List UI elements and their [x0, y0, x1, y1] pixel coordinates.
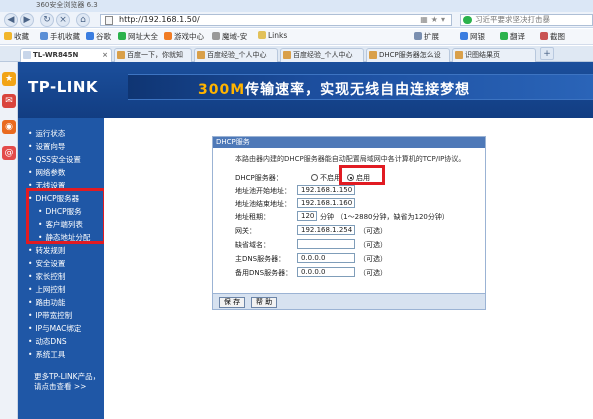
dns1-label: 主DNS服务器： — [235, 255, 286, 263]
star-icon[interactable]: ★ — [2, 72, 16, 86]
panel-footer: 保 存 帮 助 — [213, 293, 485, 309]
menu-parental[interactable]: 家长控制 — [28, 271, 65, 282]
url-text: http://192.168.1.50/ — [119, 15, 200, 24]
favorites-item[interactable]: 收藏 — [4, 31, 29, 42]
radio-off-icon — [311, 174, 318, 181]
menu-system-tools[interactable]: 系统工具 — [28, 349, 65, 360]
mail-icon[interactable]: ✉ — [2, 94, 16, 108]
tab-baidu-jingyan-2[interactable]: 百度经验_个人中心 — [280, 48, 364, 62]
menu-ip-mac-binding[interactable]: IP与MAC绑定 — [28, 323, 81, 334]
dns2-optional: （可选） — [359, 269, 387, 277]
favorites-item[interactable]: 网址大全 — [118, 31, 158, 42]
dns2-input[interactable]: 0.0.0.0 — [297, 267, 355, 277]
gateway-input[interactable]: 192.168.1.254 — [297, 225, 355, 235]
page-icon — [117, 51, 125, 59]
dhcp-server-label: DHCP服务器： — [235, 174, 283, 182]
domain-optional: （可选） — [359, 241, 387, 249]
dns1-optional: （可选） — [359, 255, 387, 263]
favorites-item[interactable]: 谷歌 — [86, 31, 111, 42]
tp-link-logo: TP-LINK — [28, 78, 99, 96]
menu-qss[interactable]: QSS安全设置 — [28, 154, 80, 165]
main-content: DHCP服务 本路由器内建的DHCP服务器能自动配置局域网中各计算机的TCP/I… — [104, 118, 593, 419]
tab-baidu-jingyan[interactable]: 百度经验_个人中心 — [194, 48, 278, 62]
start-address-label: 地址池开始地址： — [235, 187, 291, 195]
lease-label: 地址租期： — [235, 213, 270, 221]
weibo-icon[interactable]: ◉ — [2, 120, 16, 134]
refresh-icon[interactable]: ↻ — [40, 13, 54, 27]
menu-running-status[interactable]: 运行状态 — [28, 128, 65, 139]
menu-network[interactable]: 网络参数 — [28, 167, 65, 178]
save-button[interactable]: 保 存 — [219, 297, 245, 308]
end-address-label: 地址池结束地址： — [235, 200, 291, 208]
favorites-item[interactable]: Links — [258, 31, 287, 40]
at-icon[interactable]: @ — [2, 146, 16, 160]
gateway-label: 网关： — [235, 227, 256, 235]
menu-setup-wizard[interactable]: 设置向导 — [28, 141, 65, 152]
menu-item[interactable]: 截图 — [540, 31, 565, 42]
menu-access-control[interactable]: 上网控制 — [28, 284, 65, 295]
tab-dhcp-howto[interactable]: DHCP服务器怎么设 — [366, 48, 450, 62]
navigation-bar: ◀ ▶ ↻ × ⌂ http://192.168.1.50/ ▦★▾ 习近平要求… — [0, 12, 593, 28]
menu-item[interactable]: 扩展 — [414, 31, 439, 42]
browser-title: 360安全浏览器 6.3 — [36, 1, 98, 9]
favorites-item[interactable]: 手机收藏 — [40, 31, 80, 42]
lease-input[interactable]: 120 — [297, 211, 317, 221]
help-button[interactable]: 帮 助 — [251, 297, 277, 308]
stop-icon[interactable]: × — [56, 13, 70, 27]
back-icon[interactable]: ◀ — [4, 13, 18, 27]
page-icon — [23, 51, 31, 59]
close-icon[interactable]: × — [102, 49, 108, 61]
menu-routing[interactable]: 路由功能 — [28, 297, 65, 308]
browser-sidebar: ★ ✉ ◉ @ — [0, 62, 18, 419]
dns2-label: 备用DNS服务器： — [235, 269, 293, 277]
router-header: TP-LINK 300M传输速率，实现无线自由连接梦想 — [18, 62, 593, 118]
search-input[interactable]: 习近平要求坚决打击暴 — [460, 14, 593, 26]
start-address-input[interactable]: 192.168.1.150 — [297, 185, 355, 195]
router-menu: 运行状态 设置向导 QSS安全设置 网络参数 无线设置 DHCP服务器 DHCP… — [18, 118, 104, 419]
new-tab-icon[interactable]: + — [540, 47, 554, 60]
page-icon — [105, 16, 113, 25]
end-address-input[interactable]: 192.168.1.160 — [297, 198, 355, 208]
search-text: 习近平要求坚决打击暴 — [475, 15, 550, 24]
favorites-bar: 收藏 手机收藏 谷歌 网址大全 游戏中心 魔域-安 Links 扩展 网银 翻译… — [0, 29, 593, 45]
domain-label: 缺省域名： — [235, 241, 270, 249]
gateway-optional: （可选） — [359, 227, 387, 235]
address-tools-icon[interactable]: ▦★▾ — [420, 15, 448, 25]
dhcp-intro: 本路由器内建的DHCP服务器能自动配置局域网中各计算机的TCP/IP协议。 — [235, 155, 466, 163]
banner-text: 300M传输速率，实现无线自由连接梦想 — [198, 82, 471, 98]
banner: 300M传输速率，实现无线自由连接梦想 — [128, 74, 593, 100]
favorites-item[interactable]: 游戏中心 — [164, 31, 204, 42]
favorites-item[interactable]: 魔域-安 — [212, 31, 247, 42]
tab-bar: TL-WR845N × 百度一下，你就知 百度经验_个人中心 百度经验_个人中心 … — [0, 46, 593, 62]
address-bar[interactable]: http://192.168.1.50/ ▦★▾ — [100, 14, 452, 26]
domain-input[interactable] — [297, 239, 355, 249]
menu-security[interactable]: 安全设置 — [28, 258, 65, 269]
tab-image-search[interactable]: 识图结果页 — [452, 48, 536, 62]
home-icon[interactable]: ⌂ — [76, 13, 90, 27]
menu-item[interactable]: 网银 — [460, 31, 485, 42]
page-icon — [197, 51, 205, 59]
page-icon — [283, 51, 291, 59]
highlight-dhcp-menu — [26, 188, 106, 244]
search-engine-icon — [463, 16, 472, 24]
tab-router[interactable]: TL-WR845N × — [20, 48, 112, 62]
highlight-enable-radio — [339, 165, 385, 185]
menu-forwarding[interactable]: 转发规则 — [28, 245, 65, 256]
lease-hint: 分钟 （1～2880分钟，缺省为120分钟） — [320, 213, 449, 221]
forward-icon[interactable]: ▶ — [20, 13, 34, 27]
page-icon — [455, 51, 463, 59]
more-products-link[interactable]: 更多TP-LINK产品， 请点击查看 >> — [34, 372, 100, 392]
tab-baidu[interactable]: 百度一下，你就知 — [114, 48, 192, 62]
menu-item[interactable]: 翻译 — [500, 31, 525, 42]
page-icon — [369, 51, 377, 59]
menu-ddns[interactable]: 动态DNS — [28, 336, 66, 347]
dhcp-panel: DHCP服务 本路由器内建的DHCP服务器能自动配置局域网中各计算机的TCP/I… — [212, 136, 486, 310]
browser-title-bar: 360安全浏览器 6.3 — [0, 0, 593, 12]
panel-title: DHCP服务 — [213, 137, 485, 148]
radio-disable[interactable]: 不启用 — [311, 173, 341, 183]
menu-bandwidth[interactable]: IP带宽控制 — [28, 310, 72, 321]
dns1-input[interactable]: 0.0.0.0 — [297, 253, 355, 263]
